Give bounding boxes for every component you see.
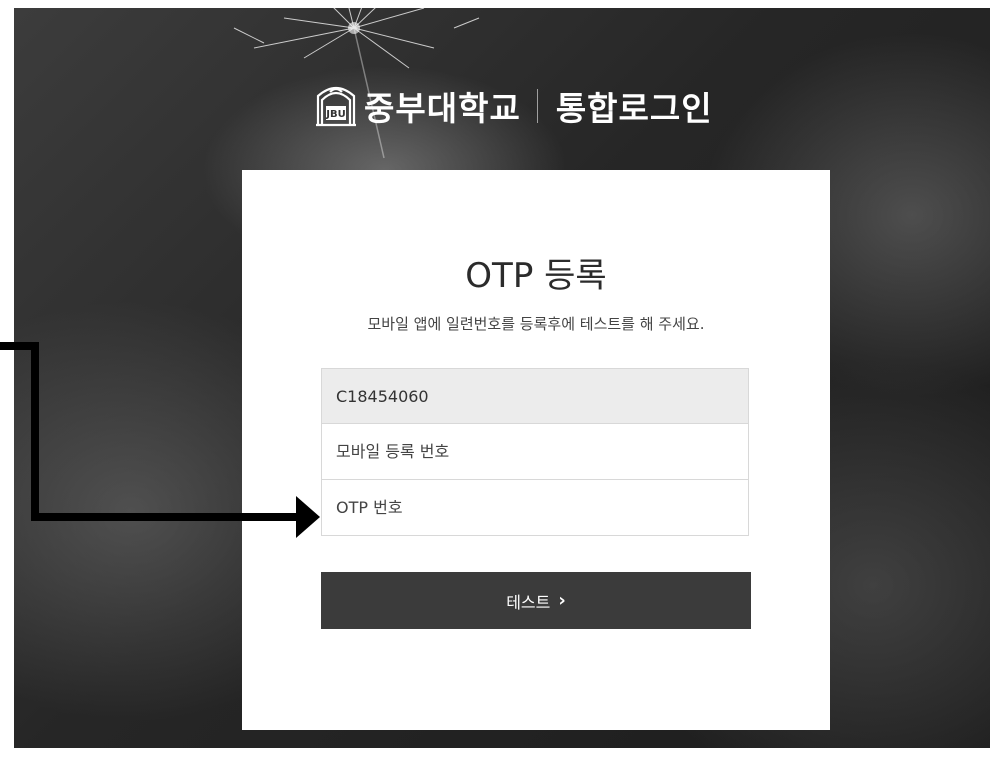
- university-emblem-icon: JBU: [316, 86, 356, 127]
- login-background: JBU 중부대학교 통합로그인 OTP 등록 모바일 앱에 일련번호를 등록후에…: [14, 8, 990, 748]
- serial-number-field: [321, 368, 749, 424]
- page-title: OTP 등록: [465, 256, 607, 296]
- header-divider: [536, 89, 538, 123]
- chevron-right-icon: ›: [558, 590, 566, 611]
- test-button[interactable]: 테스트 ›: [321, 572, 751, 629]
- mobile-register-number-input[interactable]: [321, 424, 749, 480]
- test-button-label: 테스트: [506, 592, 551, 612]
- otp-register-card: OTP 등록 모바일 앱에 일련번호를 등록후에 테스트를 해 주세요. 테스트…: [242, 170, 830, 730]
- otp-number-input[interactable]: [321, 480, 749, 536]
- service-name: 통합로그인: [555, 89, 713, 128]
- emblem-text: JBU: [325, 109, 345, 120]
- instruction-text: 모바일 앱에 일련번호를 등록후에 테스트를 해 주세요.: [367, 315, 705, 333]
- header-logo: JBU 중부대학교 통합로그인: [314, 78, 713, 134]
- university-name: 중부대학교: [364, 89, 521, 128]
